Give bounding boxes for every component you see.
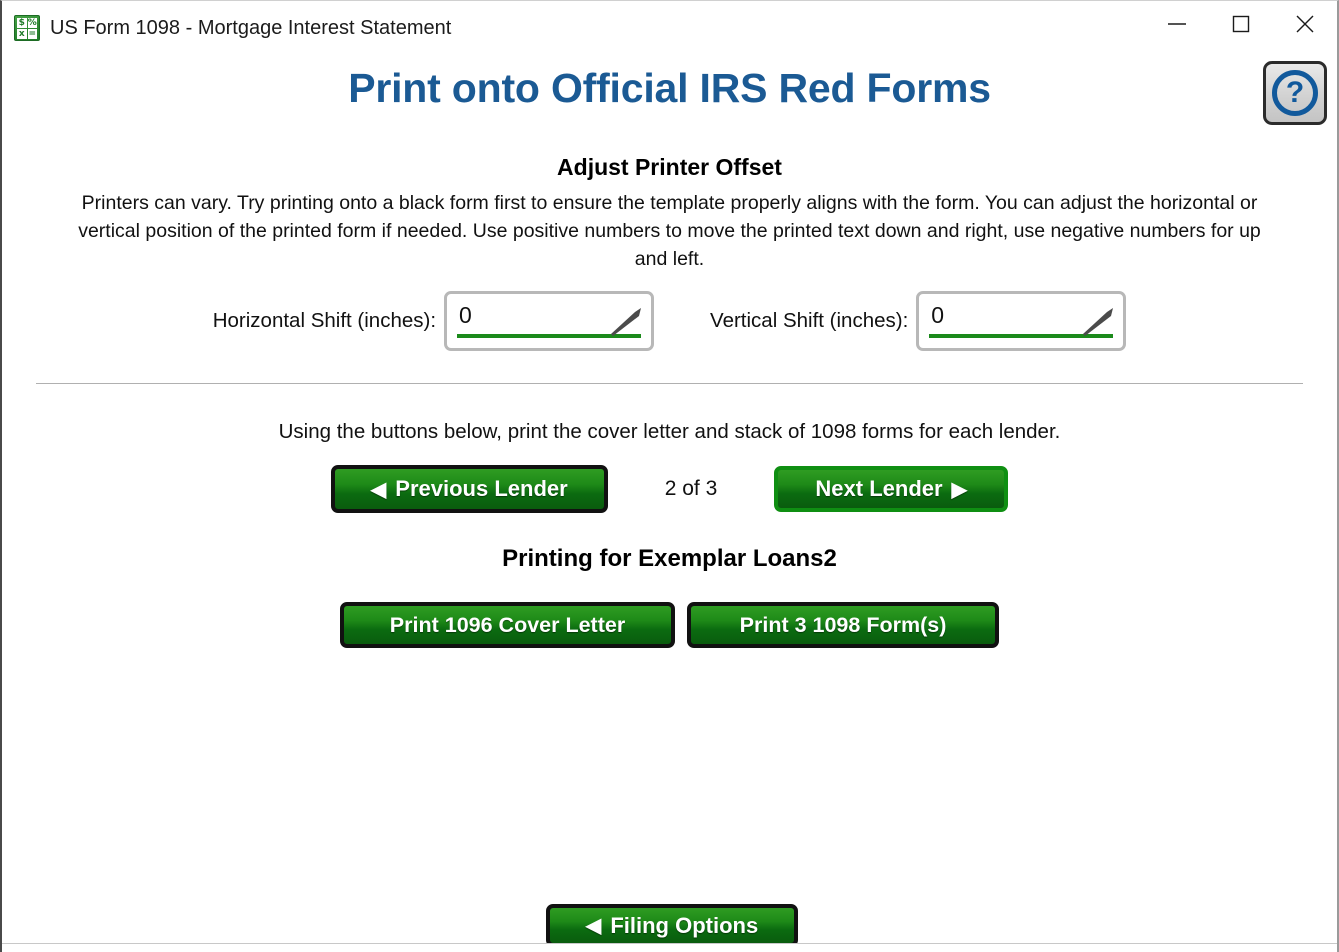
horizontal-shift-underline [457, 334, 642, 338]
help-icon: ? [1272, 70, 1318, 116]
vertical-shift-input-wrapper[interactable] [916, 291, 1127, 351]
right-triangle-icon: ▶ [951, 478, 968, 501]
window-controls [1145, 1, 1337, 55]
left-triangle-icon: ◀ [585, 915, 602, 937]
horizontal-shift-label: Horizontal Shift (inches): [212, 309, 437, 332]
lender-instructions: Using the buttons below, print the cover… [278, 420, 1061, 443]
title-bar: $ % x = US Form 1098 - Mortgage Interest… [2, 1, 1337, 55]
application-window: $ % x = US Form 1098 - Mortgage Interest… [0, 0, 1339, 952]
lender-printing-section: Using the buttons below, print the cover… [2, 420, 1337, 648]
horizontal-shift-input-wrapper[interactable] [444, 291, 655, 351]
app-icon-glyph-equals: = [27, 29, 37, 39]
page-title: Print onto Official IRS Red Forms [348, 65, 991, 111]
left-triangle-icon: ◀ [370, 478, 387, 501]
printing-for-label: Printing for Exemplar Loans2 [502, 545, 837, 572]
filing-options-button[interactable]: ◀ Filing Options [546, 904, 798, 947]
next-lender-label: Next Lender [815, 476, 943, 501]
next-lender-button[interactable]: Next Lender ▶ [774, 466, 1009, 512]
print-buttons-row: Print 1096 Cover Letter Print 3 1098 For… [2, 602, 1337, 648]
lender-counter: 2 of 3 [664, 477, 718, 500]
shift-fields-row: Horizontal Shift (inches): Vertical Shif… [2, 291, 1337, 351]
print-cover-letter-button[interactable]: Print 1096 Cover Letter [340, 602, 675, 648]
maximize-icon [1232, 15, 1250, 33]
vertical-shift-label: Vertical Shift (inches): [710, 309, 909, 332]
status-bar [2, 943, 1337, 952]
app-icon-glyph-percent: % [27, 18, 37, 28]
vertical-shift-input[interactable] [931, 298, 1112, 332]
horizontal-shift-group: Horizontal Shift (inches): [212, 291, 655, 351]
close-button[interactable] [1273, 1, 1337, 47]
vertical-shift-underline [929, 334, 1114, 338]
printer-offset-section: Adjust Printer Offset Printers can vary.… [2, 154, 1337, 351]
app-icon-glyph-dollar: $ [17, 18, 27, 28]
horizontal-shift-input[interactable] [459, 298, 640, 332]
window-title: US Form 1098 - Mortgage Interest Stateme… [50, 16, 452, 39]
app-icon: $ % x = [14, 15, 40, 41]
maximize-button[interactable] [1209, 1, 1273, 47]
offset-section-title: Adjust Printer Offset [557, 154, 782, 180]
previous-lender-label: Previous Lender [395, 476, 568, 501]
app-icon-glyph-times: x [17, 29, 27, 39]
filing-options-label: Filing Options [610, 912, 759, 938]
print-cover-letter-label: Print 1096 Cover Letter [389, 612, 626, 637]
vertical-shift-group: Vertical Shift (inches): [710, 291, 1127, 351]
previous-lender-button[interactable]: ◀ Previous Lender [330, 465, 608, 513]
offset-section-description: Printers can vary. Try printing onto a b… [78, 192, 1261, 270]
lender-navigation-row: ◀ Previous Lender 2 of 3 Next Lender ▶ [2, 465, 1337, 513]
section-divider [36, 383, 1303, 384]
minimize-icon [1168, 23, 1186, 25]
print-1098-forms-button[interactable]: Print 3 1098 Form(s) [687, 602, 999, 648]
close-icon [1296, 15, 1314, 33]
print-1098-forms-label: Print 3 1098 Form(s) [739, 612, 947, 637]
help-button[interactable]: ? [1263, 61, 1327, 125]
minimize-button[interactable] [1145, 1, 1209, 47]
